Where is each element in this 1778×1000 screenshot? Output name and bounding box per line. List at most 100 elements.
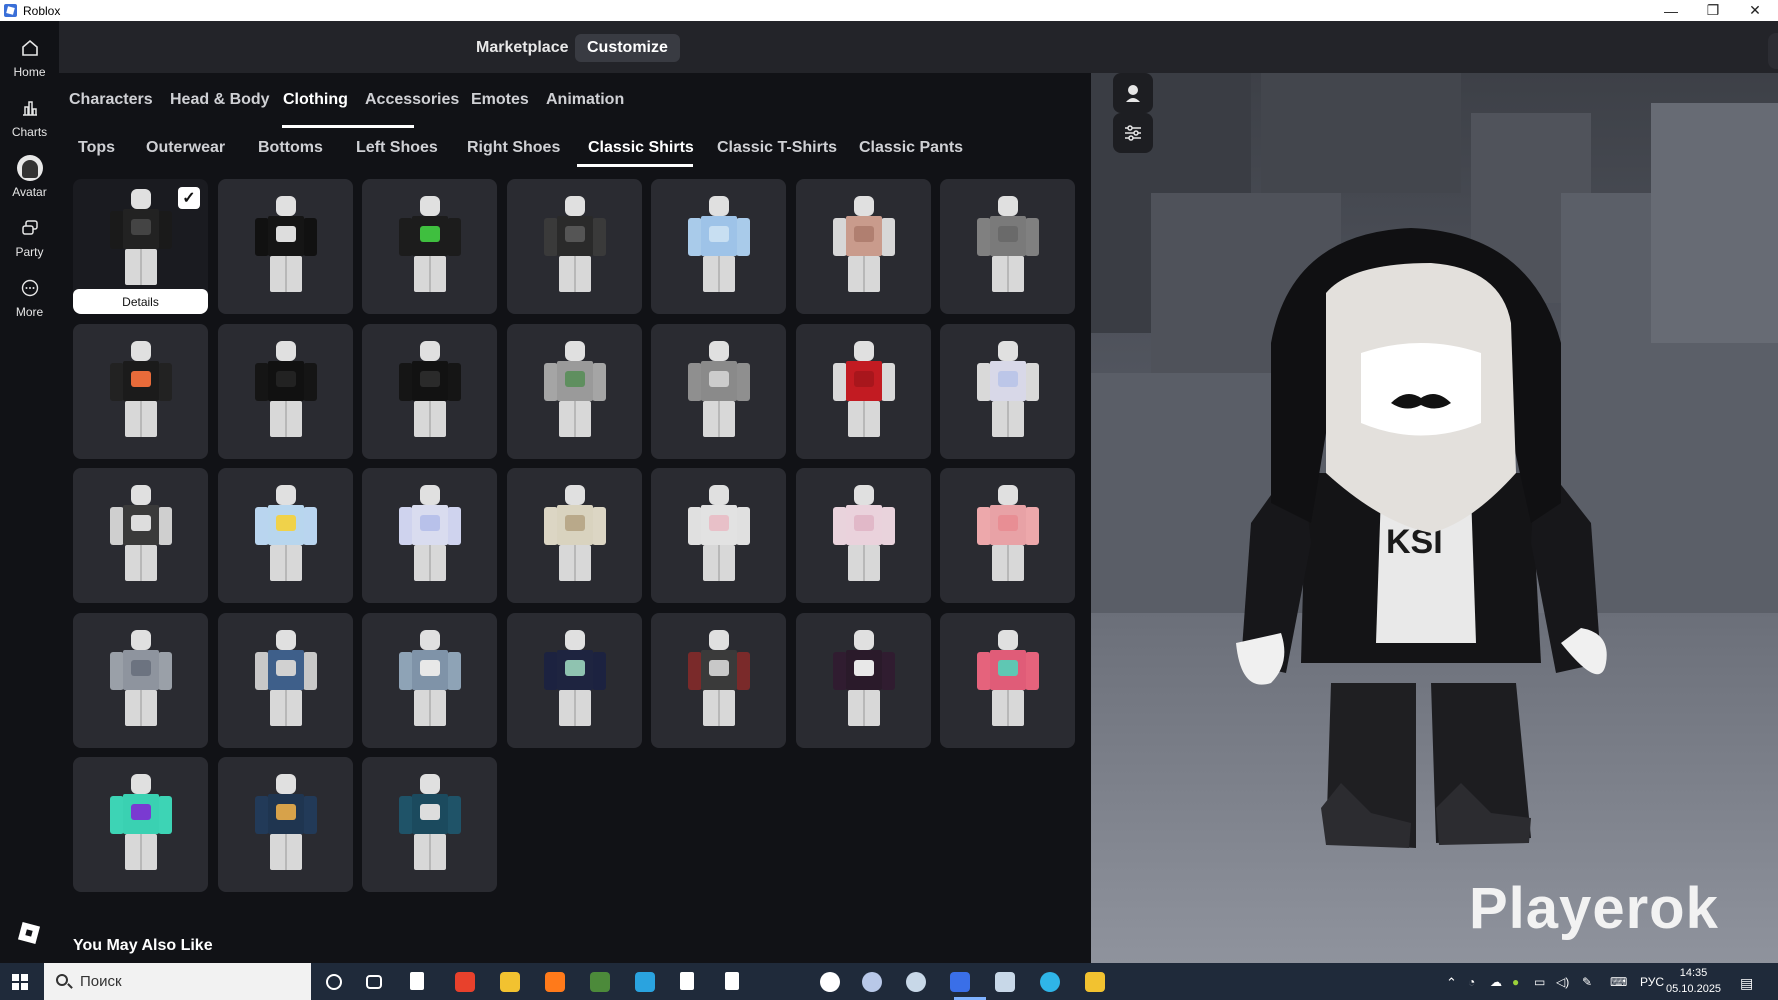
shirt-item-tile[interactable] — [73, 468, 208, 603]
volume-icon[interactable]: ◁) — [1556, 975, 1569, 989]
explorer-icon[interactable] — [500, 972, 520, 992]
shirt-thumbnail — [248, 485, 324, 585]
subtab-classic-pants[interactable]: Classic Pants — [859, 139, 963, 157]
tab-marketplace[interactable]: Marketplace — [464, 34, 581, 62]
details-button[interactable]: Details — [73, 289, 208, 314]
minecraft-icon[interactable] — [590, 972, 610, 992]
shirt-item-tile[interactable] — [651, 613, 786, 748]
shirt-thumbnail — [681, 630, 757, 730]
battery-icon[interactable]: ▭ — [1534, 975, 1545, 989]
telegram-icon[interactable] — [635, 972, 655, 992]
shirt-item-tile[interactable] — [796, 179, 931, 314]
shirt-item-tile[interactable] — [218, 468, 353, 603]
tab-animation[interactable]: Animation — [546, 91, 624, 109]
shirt-item-tile[interactable] — [73, 324, 208, 459]
shirt-item-tile[interactable] — [218, 179, 353, 314]
nav-avatar[interactable]: Avatar — [0, 151, 59, 207]
shirt-thumbnail — [970, 341, 1046, 441]
tray-chevron-icon[interactable]: ⌃ — [1446, 975, 1457, 991]
shirt-item-tile[interactable]: ✓ Details — [73, 179, 208, 314]
shirt-item-tile[interactable] — [796, 468, 931, 603]
steam-icon[interactable] — [906, 972, 926, 992]
shirt-item-tile[interactable] — [362, 468, 497, 603]
shirt-item-tile[interactable] — [507, 468, 642, 603]
avatar-preview[interactable]: KSI Playerok — [1091, 73, 1778, 963]
shirt-item-tile[interactable] — [362, 757, 497, 892]
clock-time: 14:35 — [1679, 967, 1708, 979]
scene-block — [1651, 103, 1778, 343]
party-icon — [19, 217, 41, 239]
tab-characters[interactable]: Characters — [69, 91, 153, 109]
shirt-item-tile[interactable] — [940, 324, 1075, 459]
yandex-browser-icon[interactable] — [820, 972, 840, 992]
tab-emotes[interactable]: Emotes — [471, 91, 529, 109]
subtab-bottoms[interactable]: Bottoms — [258, 139, 323, 157]
language-indicator[interactable]: РУС — [1640, 975, 1664, 989]
shirt-item-tile[interactable] — [796, 324, 931, 459]
close-button[interactable]: ✕ — [1734, 0, 1776, 21]
settings-sliders-button[interactable] — [1113, 113, 1153, 153]
shirt-item-tile[interactable] — [651, 179, 786, 314]
minimize-button[interactable]: — — [1650, 0, 1692, 21]
tab-customize[interactable]: Customize — [575, 34, 680, 62]
subtab-left-shoes[interactable]: Left Shoes — [356, 139, 438, 157]
shirt-item-tile[interactable] — [796, 613, 931, 748]
file-icon[interactable] — [410, 972, 424, 990]
keyboard-icon[interactable]: ⌨ — [1610, 975, 1627, 989]
pen-icon[interactable]: ✎ — [1582, 975, 1592, 989]
subtab-outerwear[interactable]: Outerwear — [146, 139, 225, 157]
shirt-item-tile[interactable] — [507, 613, 642, 748]
shirt-item-tile[interactable] — [362, 613, 497, 748]
shirt-item-tile[interactable] — [940, 613, 1075, 748]
shirt-item-tile[interactable] — [507, 324, 642, 459]
taskbar-search-placeholder: Поиск — [80, 973, 122, 990]
wifi-icon[interactable]: ◔ — [1468, 975, 1475, 989]
subtab-classic-shirts[interactable]: Classic Shirts — [588, 139, 694, 157]
cloud-icon[interactable]: ☁ — [1490, 975, 1502, 989]
browser-icon[interactable] — [545, 972, 565, 992]
shirt-thumbnail — [681, 341, 757, 441]
notifications-icon[interactable]: ▤ — [1740, 975, 1753, 992]
character-pose-button[interactable] — [1113, 73, 1153, 113]
shirt-item-tile[interactable] — [73, 757, 208, 892]
shirt-item-tile[interactable] — [507, 179, 642, 314]
shirt-item-tile[interactable] — [651, 468, 786, 603]
yandex-icon[interactable] — [455, 972, 475, 992]
shirt-item-tile[interactable] — [218, 757, 353, 892]
document-icon[interactable] — [680, 972, 694, 990]
store-icon[interactable] — [995, 972, 1015, 992]
edge-icon[interactable] — [1040, 972, 1060, 992]
shirt-item-tile[interactable] — [940, 468, 1075, 603]
tab-clothing[interactable]: Clothing — [283, 91, 348, 109]
tab-head-body[interactable]: Head & Body — [170, 91, 270, 109]
shirt-item-tile[interactable] — [362, 324, 497, 459]
shirt-item-tile[interactable] — [940, 179, 1075, 314]
shirt-item-tile[interactable] — [218, 324, 353, 459]
nav-party[interactable]: Party — [0, 211, 59, 267]
app-icon[interactable] — [862, 972, 882, 992]
document-icon[interactable] — [725, 972, 739, 990]
shirt-item-tile[interactable] — [651, 324, 786, 459]
nvidia-icon[interactable]: ● — [1512, 975, 1519, 989]
rockstar-icon[interactable] — [1085, 972, 1105, 992]
robux-balance-button[interactable]: 54 — [1768, 33, 1778, 69]
cortana-icon[interactable] — [326, 974, 342, 990]
shirt-item-tile[interactable] — [218, 613, 353, 748]
subtab-classic-tshirts[interactable]: Classic T-Shirts — [717, 139, 837, 157]
taskbar-search[interactable]: Поиск — [44, 963, 311, 1000]
nav-charts[interactable]: Charts — [0, 91, 59, 147]
windows-start-icon[interactable] — [12, 974, 28, 990]
subtab-tops[interactable]: Tops — [78, 139, 115, 157]
tab-accessories[interactable]: Accessories — [365, 91, 459, 109]
subtab-right-shoes[interactable]: Right Shoes — [467, 139, 560, 157]
windows-taskbar: Поиск ⌃ ◔ ☁ ● ▭ ◁) ✎ ⌨ РУС 14:35 05.10.2… — [0, 963, 1778, 1000]
shirt-item-tile[interactable] — [362, 179, 497, 314]
roblox-icon[interactable] — [950, 972, 970, 992]
taskbar-clock[interactable]: 14:35 05.10.2025 — [1666, 965, 1721, 997]
nav-more[interactable]: More — [0, 271, 59, 327]
maximize-button[interactable]: ❐ — [1692, 0, 1734, 21]
task-view-icon[interactable] — [366, 975, 382, 989]
shirt-item-tile[interactable] — [73, 613, 208, 748]
equipped-check-icon[interactable]: ✓ — [178, 187, 200, 209]
nav-home[interactable]: Home — [0, 31, 59, 87]
